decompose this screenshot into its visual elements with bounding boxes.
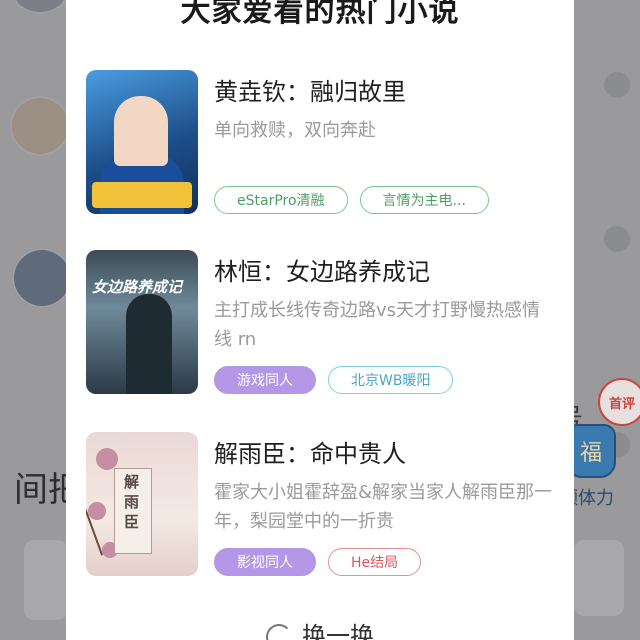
refresh-label: 换一换 <box>302 622 374 640</box>
background-card <box>24 540 68 620</box>
book-title[interactable]: 林恒：女边路养成记 <box>214 252 430 287</box>
cover-flower <box>96 448 118 470</box>
book-tags: 游戏同人 北京WB暖阳 <box>214 366 454 394</box>
book-tag[interactable]: eStarPro清融 <box>214 186 348 214</box>
book-item[interactable]: 黄垚钦：融归故里 单向救赎，双向奔赴 eStarPro清融 言情为主电... <box>86 70 558 220</box>
book-tag[interactable]: 北京WB暖阳 <box>328 366 454 394</box>
book-tag[interactable]: 游戏同人 <box>214 366 316 394</box>
book-tags: eStarPro清融 言情为主电... <box>214 186 489 214</box>
background-dot <box>604 72 630 98</box>
book-title[interactable]: 黄垚钦：融归故里 <box>214 72 406 107</box>
background-card <box>574 540 624 616</box>
popular-novels-modal: 大家爱看的热门小说 黄垚钦：融归故里 单向救赎，双向奔赴 eStarPro清融 … <box>66 0 574 640</box>
book-description: 霍家大小姐霍辞盈&解家当家人解雨臣那一年，梨园堂中的一折贵 <box>214 482 553 532</box>
background-avatar <box>10 96 70 156</box>
first-review-badge[interactable]: 首评 <box>598 378 640 426</box>
book-cover[interactable] <box>86 70 198 214</box>
cover-flower <box>88 502 106 520</box>
book-item[interactable]: 女边路养成记 林恒：女边路养成记 主打成长线传奇边路vs天才打野慢热感情线 rn… <box>86 250 558 400</box>
background-dot <box>604 226 630 252</box>
book-tag[interactable]: 影视同人 <box>214 548 316 576</box>
cover-title: 解雨臣 <box>124 473 140 531</box>
cover-title: 女边路养成记 <box>92 278 183 296</box>
refresh-icon <box>266 624 292 640</box>
book-description: 主打成长线传奇边路vs天才打野慢热感情线 rn <box>214 300 541 350</box>
fu-label: 福 <box>579 441 602 466</box>
book-tag[interactable]: He结局 <box>328 548 422 576</box>
refresh-button[interactable]: 换一换 <box>66 616 574 640</box>
book-title[interactable]: 解雨臣：命中贵人 <box>214 434 406 469</box>
book-item[interactable]: 解雨臣 解雨臣：命中贵人 霍家大小姐霍辞盈&解家当家人解雨臣那一年，梨园堂中的一… <box>86 432 558 582</box>
cover-figure <box>114 96 168 166</box>
book-cover[interactable]: 解雨臣 <box>86 432 198 576</box>
background-avatar <box>12 248 72 308</box>
book-tag[interactable]: 言情为主电... <box>359 186 489 214</box>
cover-stats-bar <box>92 182 192 208</box>
cover-figure <box>126 294 172 394</box>
modal-title: 大家爱看的热门小说 <box>180 0 460 29</box>
book-cover[interactable]: 女边路养成记 <box>86 250 198 394</box>
book-description: 单向救赎，双向奔赴 <box>214 120 376 141</box>
book-tags: 影视同人 He结局 <box>214 548 422 576</box>
